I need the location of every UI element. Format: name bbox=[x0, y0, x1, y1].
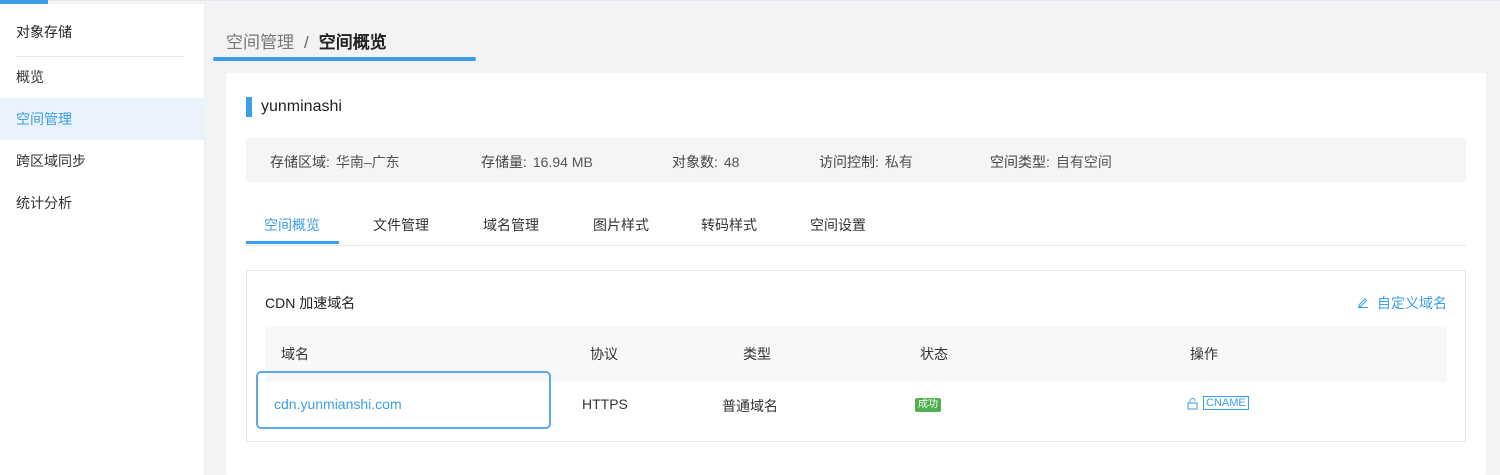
sidebar-item-statistics[interactable]: 统计分析 bbox=[0, 182, 205, 224]
top-divider bbox=[48, 0, 1500, 1]
sidebar-title: 对象存储 bbox=[16, 24, 72, 40]
info-access-label: 访问控制: bbox=[819, 154, 879, 170]
bucket-title-marker bbox=[246, 97, 252, 117]
tab-file-management[interactable]: 文件管理 bbox=[373, 215, 429, 235]
info-access-value: 私有 bbox=[884, 154, 913, 170]
info-objects: 对象数: 48 bbox=[672, 152, 739, 172]
cdn-domain-panel: CDN 加速域名 自定义域名 域名 协议 类型 状态 操作 cdn.yunmia… bbox=[246, 270, 1466, 442]
sidebar: 对象存储 概览 空间管理 跨区域同步 统计分析 bbox=[0, 4, 205, 475]
bucket-card: yunminashi 存储区域: 华南–广东 存储量: 16.94 MB 对象数: 4… bbox=[226, 73, 1486, 475]
breadcrumb-separator: / bbox=[304, 33, 309, 52]
sidebar-item-overview[interactable]: 概览 bbox=[0, 56, 205, 98]
breadcrumb-bar: 空间管理 / 空间概览 bbox=[206, 4, 1500, 61]
protocol-cell: HTTPS bbox=[582, 396, 628, 412]
breadcrumb-parent[interactable]: 空间管理 bbox=[226, 33, 294, 52]
info-type: 空间类型: 自有空间 bbox=[990, 152, 1112, 172]
bucket-info-bar: 存储区域: 华南–广东 存储量: 16.94 MB 对象数: 48 访问控制: 私有 空… bbox=[246, 138, 1466, 182]
sidebar-item-bucket-management[interactable]: 空间管理 bbox=[0, 98, 205, 140]
table-header: 域名 协议 类型 状态 操作 bbox=[265, 326, 1447, 382]
info-objects-label: 对象数: bbox=[672, 154, 718, 170]
info-region-value: 华南–广东 bbox=[335, 154, 400, 170]
cname-tag: CNAME bbox=[1203, 396, 1249, 410]
domain-link[interactable]: cdn.yunmianshi.com bbox=[274, 396, 402, 412]
info-storage-value: 16.94 MB bbox=[532, 154, 593, 170]
info-region-label: 存储区域: bbox=[270, 154, 330, 170]
bucket-name: yunminashi bbox=[261, 98, 342, 115]
domain-type-cell: 普通域名 bbox=[722, 398, 778, 414]
column-header-type: 类型 bbox=[743, 346, 771, 362]
info-region: 存储区域: 华南–广东 bbox=[270, 152, 400, 172]
tab-bucket-overview[interactable]: 空间概览 bbox=[264, 215, 320, 235]
custom-domain-button[interactable]: 自定义域名 bbox=[1357, 293, 1447, 313]
info-access: 访问控制: 私有 bbox=[819, 152, 913, 172]
active-tab-indicator bbox=[246, 241, 339, 244]
custom-domain-label: 自定义域名 bbox=[1377, 295, 1447, 311]
breadcrumb-underline bbox=[213, 57, 476, 61]
column-header-status: 状态 bbox=[920, 346, 948, 362]
bucket-tabs: 空间概览 文件管理 域名管理 图片样式 转码样式 空间设置 bbox=[246, 203, 1466, 246]
cname-action[interactable]: CNAME bbox=[1186, 396, 1249, 410]
tab-domain-management[interactable]: 域名管理 bbox=[483, 215, 539, 235]
info-objects-value: 48 bbox=[723, 154, 740, 170]
table-row: cdn.yunmianshi.com HTTPS 普通域名 成功 CNAME bbox=[265, 382, 1447, 426]
lock-icon bbox=[1186, 397, 1199, 410]
column-header-protocol: 协议 bbox=[590, 346, 618, 362]
tab-image-styles[interactable]: 图片样式 bbox=[593, 215, 649, 235]
tab-bucket-settings[interactable]: 空间设置 bbox=[810, 215, 866, 235]
info-storage: 存储量: 16.94 MB bbox=[481, 152, 593, 172]
info-storage-label: 存储量: bbox=[481, 154, 527, 170]
status-badge: 成功 bbox=[915, 398, 941, 412]
breadcrumb-current: 空间概览 bbox=[318, 33, 387, 52]
info-type-value: 自有空间 bbox=[1055, 154, 1112, 170]
sidebar-item-cross-region-sync[interactable]: 跨区域同步 bbox=[0, 140, 205, 182]
breadcrumb: 空间管理 / 空间概览 bbox=[226, 28, 387, 53]
info-type-label: 空间类型: bbox=[990, 154, 1050, 170]
column-header-actions: 操作 bbox=[1190, 346, 1218, 362]
tab-transcode-styles[interactable]: 转码样式 bbox=[701, 215, 757, 235]
column-header-domain: 域名 bbox=[281, 346, 309, 362]
cdn-panel-title: CDN 加速域名 bbox=[265, 295, 356, 311]
pencil-icon bbox=[1357, 296, 1369, 311]
